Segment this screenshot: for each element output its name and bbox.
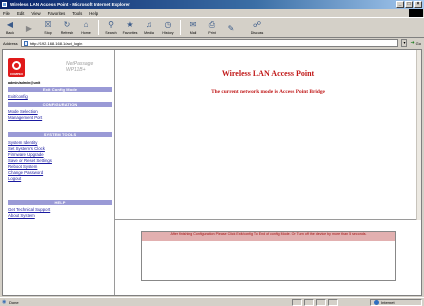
status-cell (292, 299, 302, 306)
help-heading: HELP (8, 200, 112, 205)
sidebar-item-technical-support[interactable]: Get Technical Support (8, 207, 50, 212)
status-text: Done (9, 299, 19, 305)
sidebar-item-management-port[interactable]: Management Port (8, 115, 42, 120)
status-cell (304, 299, 314, 306)
home-icon: ⌂ (83, 20, 89, 29)
search-icon: ⚲ (108, 20, 114, 29)
main-frame: Wireless LAN Access Point The current ne… (115, 50, 421, 220)
minimize-button[interactable]: _ (396, 1, 404, 8)
go-arrow-icon: ➜ (410, 40, 415, 46)
page-status-icon: ◉ (2, 298, 7, 305)
favorites-button[interactable]: ★ Favorites (123, 20, 138, 35)
maximize-button[interactable]: □ (405, 1, 413, 8)
sidebar-frame: COMPEX NetPassage WP11B+ admin/admin@uni… (3, 50, 115, 295)
page-icon (23, 40, 28, 46)
menu-favorites[interactable]: Favorites (48, 11, 66, 16)
edit-button[interactable]: ✎ (224, 24, 238, 35)
main-frame-scrollbar[interactable] (416, 50, 421, 220)
status-cell (316, 299, 326, 306)
sidebar-item-firmware-upgrade[interactable]: Firmware Upgrade (8, 152, 44, 157)
toolbar: ◀ Back ▶ ☒ Stop ↻ Refresh ⌂ Home ⚲ Search ★ Fa… (0, 17, 424, 38)
home-button[interactable]: ⌂ Home (79, 20, 93, 35)
page-title: Wireless LAN Access Point (221, 69, 315, 78)
notice-text: After finishing Configuration Please Cli… (142, 232, 395, 241)
mode-banner: Exit Config Mode (8, 87, 112, 92)
menu-bar: File Edit View Favorites Tools Help (0, 9, 424, 18)
toolbar-separator (98, 20, 99, 35)
sidebar-item-save-reset[interactable]: Save or Reset Settings (8, 158, 52, 163)
history-icon: ◷ (164, 20, 172, 29)
globe-icon (374, 300, 379, 305)
window-title: Wireless LAN Access Point - Microsoft In… (10, 2, 130, 7)
compex-logo: COMPEX (8, 58, 25, 77)
favorites-icon: ★ (126, 20, 134, 29)
sidebar-item-about-system[interactable]: About System (8, 213, 35, 218)
menu-view[interactable]: View (31, 11, 40, 16)
edit-icon: ✎ (227, 24, 235, 33)
print-icon: ⎙ (208, 20, 216, 29)
address-bar: Address http://192.168.168.1/act_login ▾… (0, 38, 424, 48)
status-cell (328, 299, 338, 306)
stop-button[interactable]: ☒ Stop (41, 20, 55, 35)
back-arrow-icon: ◀ (6, 20, 14, 29)
network-mode-text: The current network mode is Access Point… (211, 89, 325, 95)
product-name: NetPassage WP11B+ (66, 61, 94, 73)
print-button[interactable]: ⎙ Print (205, 20, 219, 35)
window-title-bar: Wireless LAN Access Point - Microsoft In… (0, 0, 424, 9)
logo-text: COMPEX (9, 72, 23, 76)
address-label: Address (3, 40, 18, 46)
menu-help[interactable]: Help (89, 11, 98, 16)
stop-icon: ☒ (44, 20, 52, 29)
security-zone: Internet (370, 299, 422, 306)
address-url: http://192.168.168.1/act_login (29, 40, 83, 46)
mail-icon: ✉ (189, 20, 197, 29)
close-button[interactable]: × (414, 1, 422, 8)
discuss-icon: ☍ (252, 20, 262, 29)
refresh-icon: ↻ (63, 20, 71, 29)
user-label: admin/admin@unit (8, 81, 41, 85)
refresh-button[interactable]: ↻ Refresh (60, 20, 74, 35)
zone-label: Internet (381, 300, 395, 305)
system-tools-heading: SYSTEM TOOLS (8, 132, 112, 137)
configuration-heading: CONFIGURATION (8, 102, 112, 107)
notice-frame: After finishing Configuration Please Cli… (115, 220, 421, 295)
discuss-button[interactable]: ☍ Discuss (243, 20, 271, 35)
browser-viewport: COMPEX NetPassage WP11B+ admin/admin@uni… (2, 49, 422, 296)
sidebar-item-reboot[interactable]: Reboot System (8, 164, 37, 169)
address-input[interactable]: http://192.168.168.1/act_login (20, 39, 399, 47)
mail-button[interactable]: ✉ Mail (186, 20, 200, 35)
logo-ring-icon (12, 61, 21, 70)
status-bar: ◉ Done Internet (0, 297, 424, 306)
search-button[interactable]: ⚲ Search (104, 20, 118, 35)
forward-arrow-icon: ▶ (25, 24, 33, 33)
sidebar-item-exit-config[interactable]: Exit/config (8, 94, 28, 99)
toolbar-separator (180, 20, 181, 35)
history-button[interactable]: ◷ History (161, 20, 175, 35)
sidebar-item-system-clock[interactable]: Set System's Clock (8, 146, 45, 151)
menu-file[interactable]: File (3, 11, 10, 16)
back-button[interactable]: ◀ Back (3, 20, 17, 35)
ie-app-icon (2, 2, 7, 7)
sidebar-item-system-identity[interactable]: System Identity (8, 140, 37, 145)
menu-tools[interactable]: Tools (72, 11, 82, 16)
go-button[interactable]: ➜ Go (410, 40, 421, 46)
media-icon: ♫ (146, 20, 152, 29)
sidebar-item-logout[interactable]: Logout (8, 176, 21, 181)
sidebar-item-mode-selection[interactable]: Mode Selection (8, 109, 38, 114)
menu-edit[interactable]: Edit (17, 11, 24, 16)
forward-button[interactable]: ▶ (22, 24, 36, 35)
sidebar-item-change-password[interactable]: Change Password (8, 170, 43, 175)
address-dropdown[interactable]: ▾ (401, 39, 408, 47)
window-controls: _ □ × (396, 1, 422, 8)
media-button[interactable]: ♫ Media (142, 20, 156, 35)
notice-box: After finishing Configuration Please Cli… (141, 231, 396, 281)
